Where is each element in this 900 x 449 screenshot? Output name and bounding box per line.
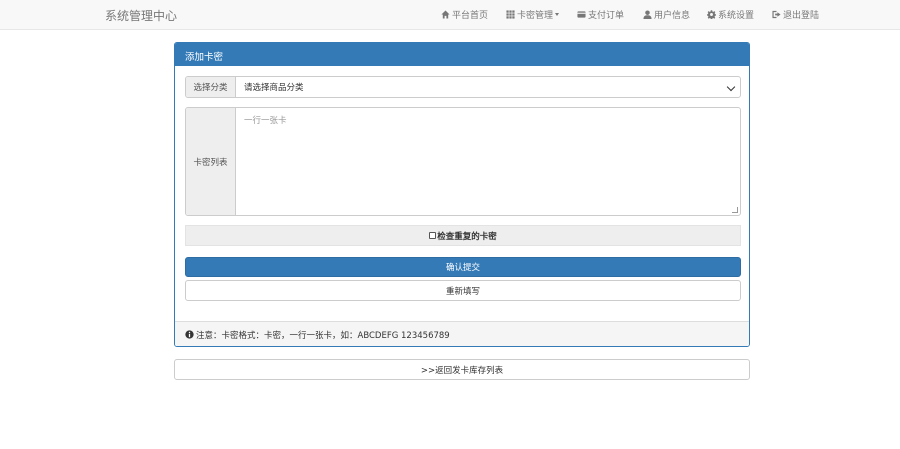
- nav-item-card-management[interactable]: 卡密管理: [506, 8, 560, 21]
- gear-icon: [707, 10, 716, 19]
- panel-title: 添加卡密: [175, 43, 749, 66]
- nav-item-label: 系统设置: [718, 11, 755, 21]
- check-duplicate-label[interactable]: 检查重复的卡密: [437, 230, 497, 242]
- nav-item-label: 用户信息: [654, 11, 691, 21]
- card-list-input-group: 卡密列表 一行一张卡: [185, 107, 741, 216]
- check-duplicate-checkbox[interactable]: [429, 232, 437, 239]
- info-icon: [185, 330, 194, 339]
- nav-item-system-settings[interactable]: 系统设置: [707, 8, 754, 21]
- category-select-value: 请选择商品分类: [244, 83, 304, 93]
- top-navbar: 系统管理中心 平台首页 卡密管理 支付订单 用户信息 系统设置 退出登陆: [0, 0, 900, 30]
- card-list-label: 卡密列表: [186, 108, 236, 215]
- submit-button[interactable]: 确认提交: [185, 257, 741, 277]
- nav-item-user-info[interactable]: 用户信息: [643, 8, 690, 21]
- note-text: 注意：卡密格式：卡密，一行一张卡，如：ABCDEFG 123456789: [196, 330, 450, 341]
- add-card-panel: 添加卡密 选择分类 请选择商品分类 卡密列表 一行一张卡 检查重复的卡密 确认提…: [174, 42, 750, 347]
- nav-item-label: 卡密管理: [517, 11, 554, 21]
- category-label: 选择分类: [186, 77, 236, 97]
- user-icon: [643, 10, 652, 19]
- card-icon: [577, 11, 586, 18]
- nav-item-payment-orders[interactable]: 支付订单: [577, 8, 624, 21]
- category-input-group: 选择分类 请选择商品分类: [185, 76, 741, 98]
- nav-menu: 平台首页 卡密管理 支付订单 用户信息 系统设置 退出登陆: [0, 0, 900, 30]
- card-list-placeholder: 一行一张卡: [244, 116, 287, 126]
- panel-footer-note: 注意：卡密格式：卡密，一行一张卡，如：ABCDEFG 123456789: [175, 321, 749, 346]
- nav-item-label: 退出登陆: [783, 11, 820, 21]
- nav-item-label: 平台首页: [452, 11, 489, 21]
- chevron-down-icon: [726, 82, 736, 92]
- nav-item-home[interactable]: 平台首页: [441, 8, 488, 21]
- grid-icon: [506, 10, 515, 19]
- caret-down-icon: [555, 13, 560, 16]
- home-icon: [441, 10, 450, 19]
- back-to-stock-list-button[interactable]: >>返回发卡库存列表: [174, 359, 750, 380]
- category-select[interactable]: 请选择商品分类: [236, 77, 740, 97]
- reset-button[interactable]: 重新填写: [185, 280, 741, 301]
- resize-handle-icon[interactable]: [732, 207, 738, 213]
- logout-icon: [772, 10, 781, 19]
- check-duplicate-row: 检查重复的卡密: [185, 225, 741, 246]
- card-list-textarea[interactable]: 一行一张卡: [236, 108, 740, 215]
- nav-item-logout[interactable]: 退出登陆: [772, 8, 819, 21]
- nav-item-label: 支付订单: [588, 11, 625, 21]
